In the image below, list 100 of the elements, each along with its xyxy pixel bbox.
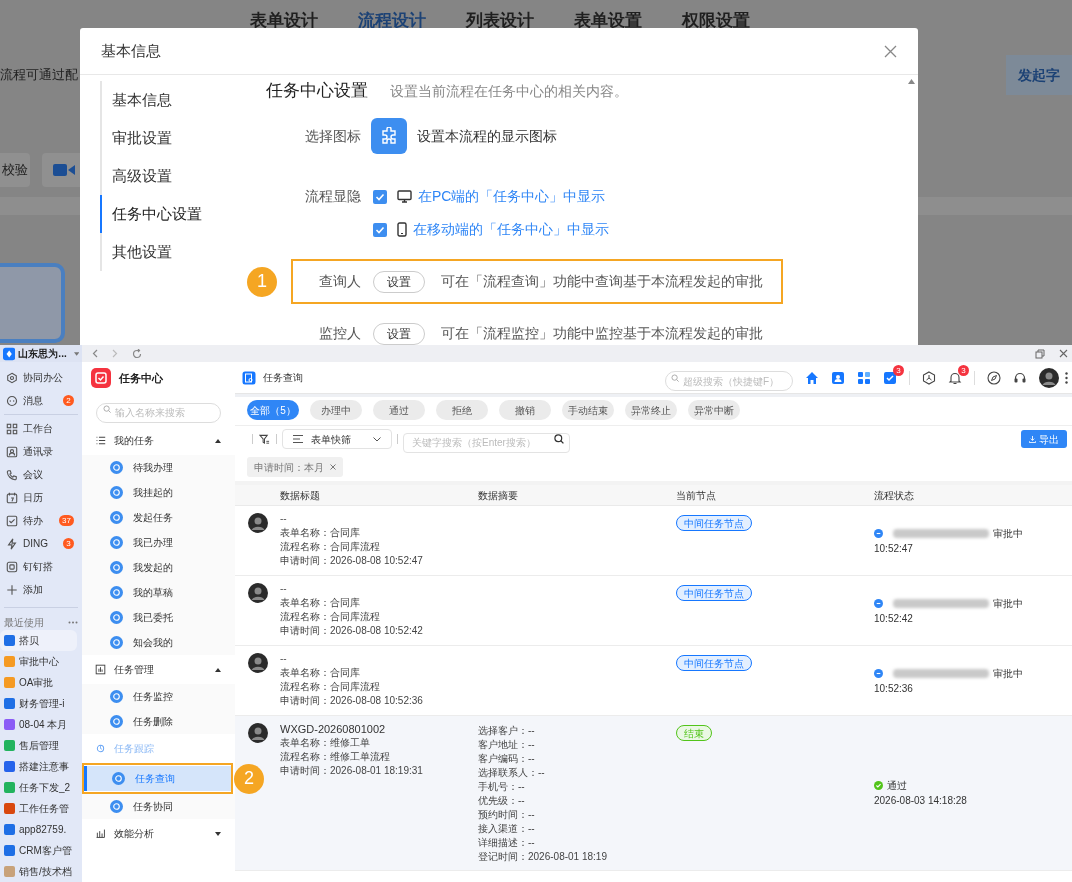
recent-app-item[interactable]: 售后管理: [0, 735, 77, 756]
status-filter-tab[interactable]: 异常中断: [688, 400, 740, 420]
task-icon: [110, 715, 123, 728]
status-filter-tab[interactable]: 异常终止: [625, 400, 677, 420]
sidebar-label: 协同办公: [23, 371, 63, 386]
status-filter-tab[interactable]: 拒绝: [436, 400, 488, 420]
apps-icon[interactable]: [857, 370, 871, 385]
dialog-nav-item[interactable]: 其他设置: [100, 233, 248, 271]
check-button[interactable]: 校验: [0, 153, 30, 187]
hexagon-icon: [6, 371, 18, 384]
recent-app-item[interactable]: CRM客户管: [0, 840, 77, 861]
sidebar-item[interactable]: 协同办公: [0, 366, 82, 390]
setting-description: 可在「流程查询」功能中查询基于本流程发起的审批: [441, 272, 763, 291]
recent-app-item[interactable]: 销售/技术档: [0, 861, 77, 882]
sidebar-item[interactable]: 消息 2: [0, 389, 82, 413]
sidebar-item[interactable]: 钉钉搭: [0, 555, 82, 579]
grid-icon: [6, 422, 18, 435]
status-filter-tab[interactable]: 通过: [373, 400, 425, 420]
close-icon[interactable]: [884, 44, 897, 58]
status-filter-tab[interactable]: 手动结束: [562, 400, 614, 420]
nav-item[interactable]: 我挂起的: [82, 480, 235, 505]
dialog-nav-item[interactable]: 审批设置: [100, 119, 248, 157]
dialog-nav-item[interactable]: 高级设置: [100, 157, 248, 195]
scroll-up-icon[interactable]: [907, 79, 915, 84]
search-field[interactable]: 关键字搜索（按Enter搜索）: [403, 432, 570, 453]
hexagon-icon[interactable]: [922, 370, 936, 385]
export-button[interactable]: 导出: [1021, 430, 1067, 448]
checkbox[interactable]: [373, 222, 387, 237]
caret-up-icon[interactable]: [215, 438, 221, 443]
summary-field-text: 客户地址：--: [478, 738, 536, 752]
bell-icon[interactable]: [948, 370, 962, 385]
nav-item[interactable]: 我的草稿: [82, 580, 235, 605]
filter-icon[interactable]: [259, 433, 270, 445]
display-option-text: 在移动端的「任务中心」中显示: [413, 220, 609, 239]
recent-app-item[interactable]: 搭建注意事: [0, 756, 77, 777]
process-name-text: 流程名称：合同库流程: [280, 680, 381, 694]
nav-item[interactable]: 任务删除: [82, 709, 235, 734]
sidebar-item[interactable]: 会议: [0, 463, 82, 487]
more-icon[interactable]: [1065, 371, 1068, 384]
nav-item[interactable]: 任务协同: [82, 794, 235, 819]
column-header: 数据摘要: [478, 488, 519, 503]
process-icon-button[interactable]: [371, 118, 407, 154]
recent-app-item[interactable]: 工作任务管: [0, 798, 77, 819]
restore-window-icon[interactable]: [1035, 348, 1045, 359]
checklist-icon[interactable]: [883, 370, 897, 385]
nav-item[interactable]: 我已委托: [82, 605, 235, 630]
count-badge: 3: [63, 538, 74, 550]
sidebar-item[interactable]: DING 3: [0, 532, 82, 556]
back-icon[interactable]: [92, 349, 98, 358]
recent-app-item[interactable]: 搭贝: [0, 630, 77, 651]
nav-item-label: 任务删除: [133, 715, 173, 729]
bar-chart-icon: [95, 828, 106, 839]
caret-down-icon[interactable]: [215, 831, 221, 836]
recent-app-item[interactable]: OA审批: [0, 672, 77, 693]
status-filter-tab[interactable]: 全部（5）: [247, 400, 299, 420]
sidebar-item[interactable]: 工作台: [0, 417, 82, 441]
filter-chip[interactable]: 申请时间：本月: [247, 457, 343, 477]
app-name: 搭贝: [19, 634, 39, 648]
nav-item[interactable]: 发起任务: [82, 505, 235, 530]
puzzle-icon: [380, 127, 398, 145]
column-header: 数据标题: [280, 488, 321, 503]
form-name-text: 表单名称：合同库: [280, 596, 361, 610]
nav-item[interactable]: 任务监控: [82, 684, 235, 709]
search-icon: [554, 434, 564, 444]
reload-icon[interactable]: [132, 348, 142, 359]
status-filter-tab[interactable]: 办理中: [310, 400, 362, 420]
plus-icon: [6, 583, 18, 596]
recent-app-item[interactable]: 财务管理-i: [0, 693, 77, 714]
avatar-icon[interactable]: [1039, 367, 1059, 388]
nav-item[interactable]: 我已办理: [82, 530, 235, 555]
search-field[interactable]: 输入名称来搜索: [96, 402, 221, 423]
home-icon[interactable]: [805, 370, 819, 385]
task-icon: [110, 461, 123, 474]
form-filter-dropdown[interactable]: 表单快筛: [282, 429, 392, 449]
settings-button[interactable]: 设置: [373, 270, 425, 293]
dialog-nav-item[interactable]: 基本信息: [100, 81, 248, 119]
monitor-icon: [397, 190, 412, 203]
settings-button[interactable]: 设置: [373, 322, 425, 345]
nav-item[interactable]: 我发起的: [82, 555, 235, 580]
sidebar-item[interactable]: 日历: [0, 486, 82, 510]
task-icon: [110, 611, 123, 624]
contacts-icon[interactable]: [831, 370, 845, 385]
sidebar-item[interactable]: 待办 37: [0, 509, 82, 533]
nav-item[interactable]: 知会我的: [82, 630, 235, 655]
close-icon[interactable]: [330, 464, 336, 470]
sidebar-item[interactable]: 通讯录: [0, 440, 82, 464]
nav-item[interactable]: 待我办理: [82, 455, 235, 480]
status-filter-tab[interactable]: 撤销: [499, 400, 551, 420]
sidebar-item[interactable]: 添加: [0, 578, 82, 602]
caret-up-icon[interactable]: [215, 667, 221, 672]
compass-icon[interactable]: [987, 370, 1001, 385]
headset-icon[interactable]: [1013, 370, 1027, 385]
close-icon[interactable]: [1059, 349, 1068, 358]
dialog-nav-item[interactable]: 任务中心设置: [100, 195, 248, 233]
recent-app-item[interactable]: 08-04 本月: [0, 714, 77, 735]
count-badge: 3: [958, 364, 969, 376]
recent-app-item[interactable]: app82759.: [0, 819, 77, 840]
checkbox[interactable]: [373, 189, 387, 204]
recent-app-item[interactable]: 任务下发_2: [0, 777, 77, 798]
recent-app-item[interactable]: 审批中心: [0, 651, 77, 672]
